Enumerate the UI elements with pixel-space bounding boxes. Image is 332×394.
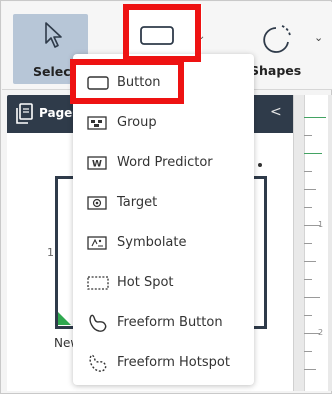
menu-item-group[interactable]: Group bbox=[73, 104, 254, 144]
hot-spot-icon bbox=[87, 276, 109, 290]
ruler-number: 1 bbox=[318, 220, 324, 229]
ruler-tick bbox=[304, 369, 316, 370]
menu-item-target[interactable]: Target bbox=[73, 184, 254, 224]
pages-panel-header[interactable]: Pages bbox=[7, 95, 79, 133]
menu-item-freeform-button[interactable]: Freeform Button bbox=[73, 304, 254, 344]
panel-collapse-button[interactable]: < bbox=[253, 95, 293, 133]
ruler-tick bbox=[304, 135, 312, 136]
menu-item-label: Target bbox=[117, 195, 158, 210]
vertical-ruler: 1 2 bbox=[293, 95, 332, 391]
menu-item-label: Hot Spot bbox=[117, 275, 174, 290]
button-rect-icon bbox=[140, 26, 174, 45]
ruler-tick bbox=[304, 279, 312, 280]
ruler-tick bbox=[304, 189, 316, 190]
page-marker-dot bbox=[258, 163, 262, 167]
select-tool-label: Select bbox=[33, 64, 77, 79]
ruler-tick bbox=[304, 315, 312, 316]
page-active-corner bbox=[58, 312, 71, 325]
ruler-tick bbox=[304, 207, 312, 208]
svg-text:W: W bbox=[92, 160, 102, 170]
group-icon bbox=[87, 116, 107, 130]
page-number: 1 bbox=[47, 246, 54, 259]
cursor-arrow-icon bbox=[45, 22, 62, 48]
symbolate-icon bbox=[87, 236, 107, 250]
menu-item-label: Symbolate bbox=[117, 235, 187, 250]
ruler-tick bbox=[304, 261, 316, 262]
target-icon bbox=[87, 196, 107, 210]
ruler-tick bbox=[304, 243, 312, 244]
chevron-down-icon[interactable]: ⌄ bbox=[197, 31, 205, 42]
add-element-dropdown: Button Group W Word Predictor Target Sym… bbox=[73, 54, 254, 385]
menu-item-word-predictor[interactable]: W Word Predictor bbox=[73, 144, 254, 184]
menu-item-label: Button bbox=[117, 75, 161, 90]
shapes-tool-button[interactable]: ⌄ Shapes bbox=[250, 18, 332, 84]
ruler-tick bbox=[304, 351, 312, 352]
menu-item-label: Word Predictor bbox=[117, 155, 213, 170]
pages-icon bbox=[16, 103, 33, 124]
lasso-shape-icon bbox=[263, 25, 291, 53]
ruler-tick bbox=[304, 117, 326, 118]
chevron-down-icon[interactable]: ⌄ bbox=[314, 31, 323, 44]
chevron-left-icon: < bbox=[270, 104, 282, 120]
menu-item-button[interactable]: Button bbox=[73, 64, 254, 104]
freeform-hotspot-icon bbox=[89, 354, 107, 372]
app-frame: Select ⌄ ⌄ Shapes Pages < 1 New 1 2 Butt… bbox=[0, 0, 332, 394]
menu-item-label: Freeform Button bbox=[117, 315, 223, 330]
menu-item-label: Group bbox=[117, 115, 157, 130]
ruler-number: 2 bbox=[318, 328, 324, 337]
word-predictor-icon: W bbox=[87, 156, 107, 170]
menu-item-symbolate[interactable]: Symbolate bbox=[73, 224, 254, 264]
ruler-tick bbox=[304, 153, 322, 154]
shapes-tool-label: Shapes bbox=[250, 63, 302, 78]
menu-item-freeform-hotspot[interactable]: Freeform Hotspot bbox=[73, 344, 254, 384]
ruler-tick bbox=[304, 297, 320, 298]
button-rect-icon bbox=[87, 76, 109, 90]
ruler-tick bbox=[304, 171, 312, 172]
freeform-button-icon bbox=[89, 314, 107, 332]
menu-item-label: Freeform Hotspot bbox=[117, 355, 230, 370]
menu-item-hot-spot[interactable]: Hot Spot bbox=[73, 264, 254, 304]
